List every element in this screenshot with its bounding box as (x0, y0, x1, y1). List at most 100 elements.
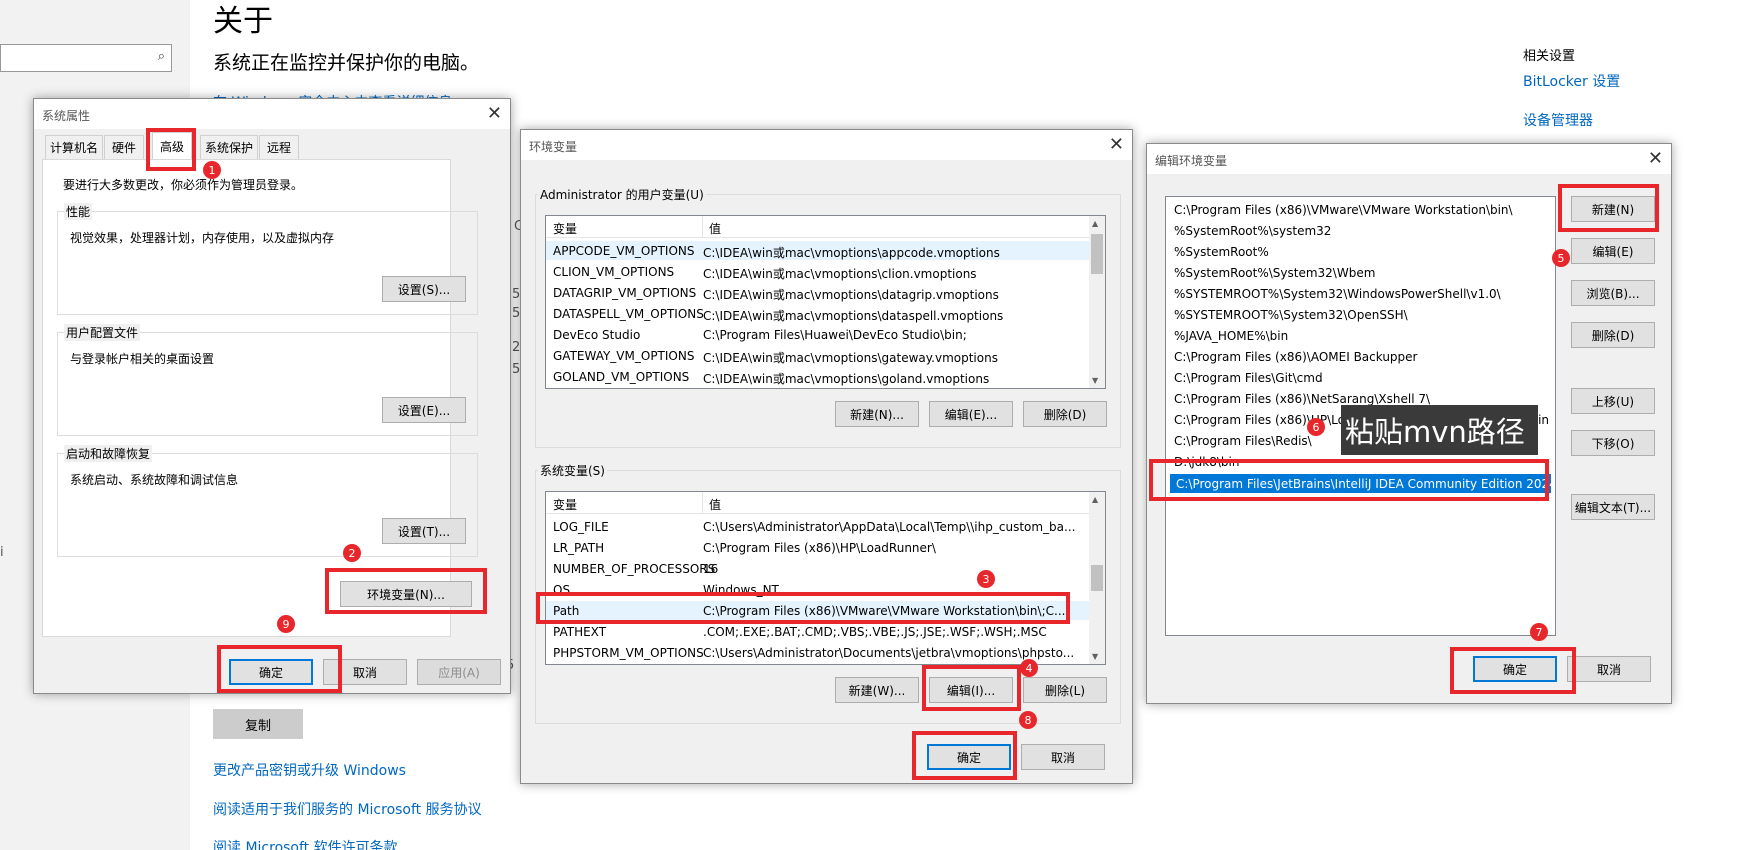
product-key-link[interactable]: 更改产品密钥或升级 Windows (213, 760, 406, 780)
performance-settings-button[interactable]: 设置(S)... (382, 276, 466, 302)
step-badge: 8 (1019, 711, 1037, 729)
startup-settings-button[interactable]: 设置(T)... (382, 518, 466, 544)
column-header-value[interactable]: 值 (709, 220, 721, 237)
list-header: 变量 值 (546, 492, 1089, 514)
cancel-button[interactable]: 取消 (1021, 744, 1105, 770)
group-label: 系统变量(S) (538, 462, 607, 479)
table-row[interactable]: GATEWAY_VM_OPTIONS C:\IDEA\win或mac\vmopti… (546, 346, 1089, 365)
title-bar: 系统属性 ✕ (34, 99, 510, 129)
search-icon[interactable]: ⌕ (158, 49, 165, 64)
bitlocker-link[interactable]: BitLocker 设置 (1523, 71, 1620, 91)
scroll-down-icon[interactable]: ▼ (1092, 376, 1098, 385)
highlight-box (1450, 647, 1576, 694)
title-bar: 编辑环境变量 ✕ (1147, 144, 1671, 174)
cancel-button[interactable]: 取消 (1567, 656, 1651, 682)
var-name: LR_PATH (553, 541, 605, 555)
list-item[interactable]: C:\Program Files (x86)\VMware\VMware Wor… (1168, 200, 1553, 219)
table-row[interactable]: DATASPELL_VM_OPTIONS C:\IDEA\win或mac\vmop… (546, 304, 1089, 323)
table-row[interactable]: NUMBER_OF_PROCESSORS 16 (546, 559, 1089, 578)
var-value: C:\IDEA\win或mac\vmoptions\clion.vmoption… (703, 267, 977, 281)
page-subtitle: 系统正在监控并保护你的电脑。 (213, 52, 480, 74)
vertical-scrollbar[interactable]: ▲ ▼ (1089, 216, 1105, 388)
list-item[interactable]: %SystemRoot%\system32 (1168, 221, 1553, 240)
var-name: GATEWAY_VM_OPTIONS (553, 349, 695, 363)
dialog-title: 编辑环境变量 (1155, 154, 1228, 168)
path-entry: %SystemRoot%\system32 (1174, 224, 1332, 238)
table-row[interactable]: LOG_FILE C:\Users\Administrator\AppData\L… (546, 517, 1089, 536)
delete-button[interactable]: 删除(D) (1571, 322, 1655, 348)
apply-button[interactable]: 应用(A) (417, 659, 501, 685)
column-header-value[interactable]: 值 (709, 496, 721, 513)
list-item[interactable]: %JAVA_HOME%\bin (1168, 326, 1553, 345)
tab-hardware[interactable]: 硬件 (104, 135, 144, 159)
system-variables-list[interactable]: 变量 值 LOG_FILE C:\Users\Administrator\AppD… (545, 491, 1106, 665)
tab-computer-name[interactable]: 计算机名 (45, 135, 103, 159)
scrollbar-thumb[interactable] (1091, 234, 1103, 274)
system-delete-button[interactable]: 删除(L) (1023, 677, 1107, 703)
step-badge: 9 (277, 615, 295, 633)
page-title: 关于 (213, 4, 273, 39)
table-row[interactable]: APPCODE_VM_OPTIONS C:\IDEA\win或mac\vmopti… (546, 241, 1089, 260)
move-down-button[interactable]: 下移(O) (1571, 430, 1655, 456)
table-row[interactable]: PHPSTORM_VM_OPTIONS C:\Users\Administrato… (546, 643, 1089, 662)
step-badge: 5 (1552, 249, 1570, 267)
list-item[interactable]: C:\Program Files (x86)\AOMEI Backupper (1168, 347, 1553, 366)
table-row[interactable]: LR_PATH C:\Program Files (x86)\HP\LoadRun… (546, 538, 1089, 557)
group-label: 启动和故障恢复 (64, 445, 153, 462)
settings-search-box[interactable]: ⌕ (0, 44, 172, 72)
tab-remote[interactable]: 远程 (259, 135, 299, 159)
column-header-variable[interactable]: 变量 (553, 220, 577, 237)
table-row[interactable]: CLION_VM_OPTIONS C:\IDEA\win或mac\vmoption… (546, 262, 1089, 281)
column-header-variable[interactable]: 变量 (553, 496, 577, 513)
close-icon[interactable]: ✕ (1109, 134, 1124, 155)
table-row[interactable]: DevEco Studio C:\Program Files\Huawei\Dev… (546, 325, 1089, 344)
path-entry: C:\Program Files (x86)\VMware\VMware Wor… (1174, 203, 1513, 217)
close-icon[interactable]: ✕ (1648, 148, 1663, 169)
list-item[interactable]: C:\Program Files\Git\cmd (1168, 368, 1553, 387)
system-new-button[interactable]: 新建(W)... (835, 677, 919, 703)
list-item[interactable]: %SystemRoot%\System32\Wbem (1168, 263, 1553, 282)
tab-system-protection[interactable]: 系统保护 (200, 135, 258, 159)
close-icon[interactable]: ✕ (487, 103, 502, 124)
table-row[interactable]: PATHEXT .COM;.EXE;.BAT;.CMD;.VBS;.VBE;.JS… (546, 622, 1089, 641)
group-description: 与登录帐户相关的桌面设置 (70, 352, 215, 366)
copy-button[interactable]: 复制 (213, 709, 303, 739)
user-variables-list[interactable]: 变量 值 APPCODE_VM_OPTIONS C:\IDEA\win或mac\v… (545, 215, 1106, 389)
profiles-settings-button[interactable]: 设置(E)... (382, 397, 466, 423)
scrollbar-thumb[interactable] (1091, 565, 1103, 591)
highlight-box (146, 128, 196, 171)
var-value: C:\IDEA\win或mac\vmoptions\dataspell.vmop… (703, 309, 1004, 323)
var-name: DATASPELL_VM_OPTIONS (553, 307, 704, 321)
move-up-button[interactable]: 上移(U) (1571, 388, 1655, 414)
highlight-box (1558, 184, 1659, 232)
list-item[interactable]: %SYSTEMROOT%\System32\WindowsPowerShell\… (1168, 284, 1553, 303)
scroll-up-icon[interactable]: ▲ (1092, 219, 1098, 228)
paste-path-tooltip: 粘贴mvn路径 (1341, 405, 1538, 455)
vertical-scrollbar[interactable]: ▲ ▼ (1089, 492, 1105, 664)
table-row[interactable]: GOLAND_VM_OPTIONS C:\IDEA\win或mac\vmoptio… (546, 367, 1089, 386)
path-entry: %SYSTEMROOT%\System32\OpenSSH\ (1174, 308, 1408, 322)
service-agreement-link[interactable]: 阅读适用于我们服务的 Microsoft 服务协议 (213, 799, 482, 819)
highlight-box (536, 592, 1070, 624)
edit-text-button[interactable]: 编辑文本(T)... (1571, 494, 1655, 520)
highlight-box (217, 645, 342, 693)
step-badge: 4 (1020, 659, 1038, 677)
list-item[interactable]: %SYSTEMROOT%\System32\OpenSSH\ (1168, 305, 1553, 324)
device-manager-link[interactable]: 设备管理器 (1523, 110, 1593, 130)
license-terms-link[interactable]: 阅读 Microsoft 软件许可条款 (213, 837, 398, 850)
table-row[interactable]: DATAGRIP_VM_OPTIONS C:\IDEA\win或mac\vmopt… (546, 283, 1089, 302)
browse-button[interactable]: 浏览(B)... (1571, 280, 1655, 306)
step-badge: 2 (343, 544, 361, 562)
scroll-up-icon[interactable]: ▲ (1092, 495, 1098, 504)
list-item[interactable]: %SystemRoot% (1168, 242, 1553, 261)
var-name: GOLAND_VM_OPTIONS (553, 370, 690, 384)
user-edit-button[interactable]: 编辑(E)... (929, 401, 1013, 427)
var-name: DevEco Studio (553, 328, 641, 342)
var-name: NUMBER_OF_PROCESSORS (553, 562, 716, 576)
user-delete-button[interactable]: 删除(D) (1023, 401, 1107, 427)
highlight-box (922, 665, 1021, 711)
title-bar: 环境变量 ✕ (521, 130, 1132, 160)
edit-button[interactable]: 编辑(E) (1571, 238, 1655, 264)
scroll-down-icon[interactable]: ▼ (1092, 652, 1098, 661)
user-new-button[interactable]: 新建(N)... (835, 401, 919, 427)
